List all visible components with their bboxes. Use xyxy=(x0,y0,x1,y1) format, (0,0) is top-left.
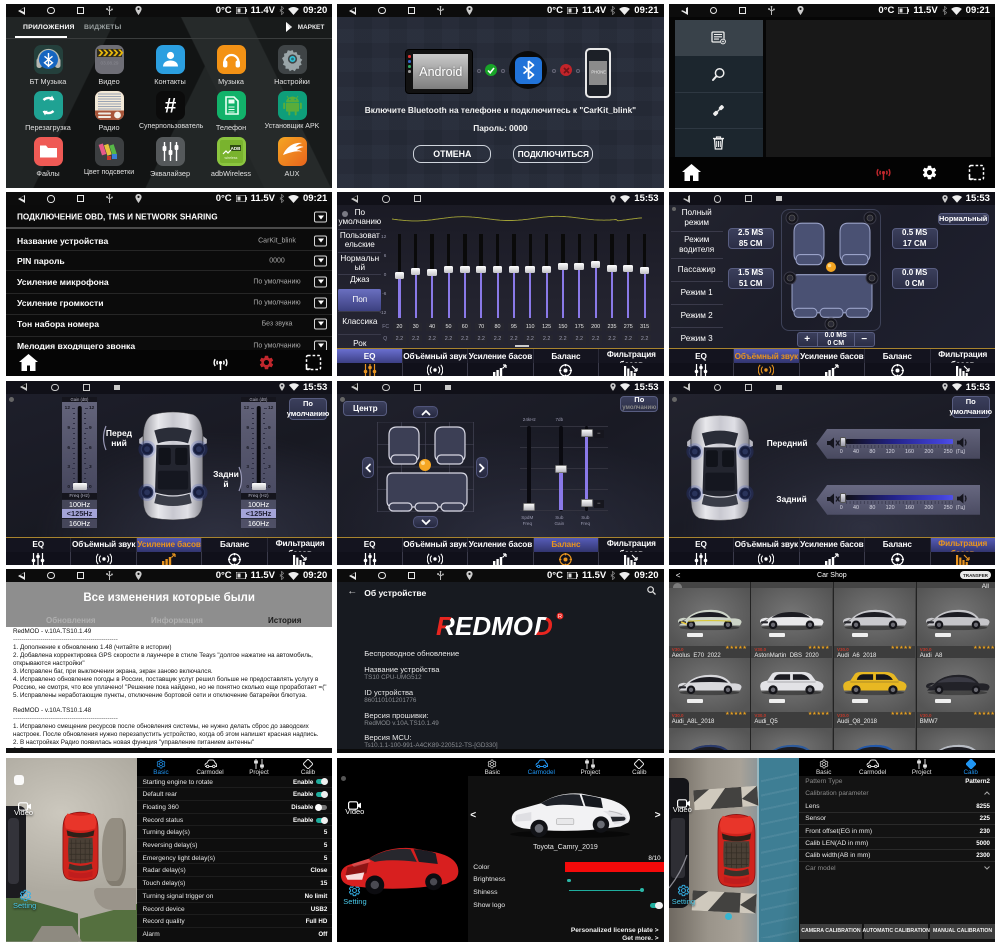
svg-text:wireless: wireless xyxy=(224,156,237,160)
svg-text:EDMO: EDMO xyxy=(455,611,533,641)
svg-text:R: R xyxy=(558,614,562,620)
svg-text:R: R xyxy=(436,611,455,641)
svg-text:03.08.29: 03.08.29 xyxy=(100,61,118,66)
svg-text:ADB: ADB xyxy=(230,146,240,151)
svg-text:D: D xyxy=(534,611,553,641)
svg-text:#: # xyxy=(164,95,176,118)
